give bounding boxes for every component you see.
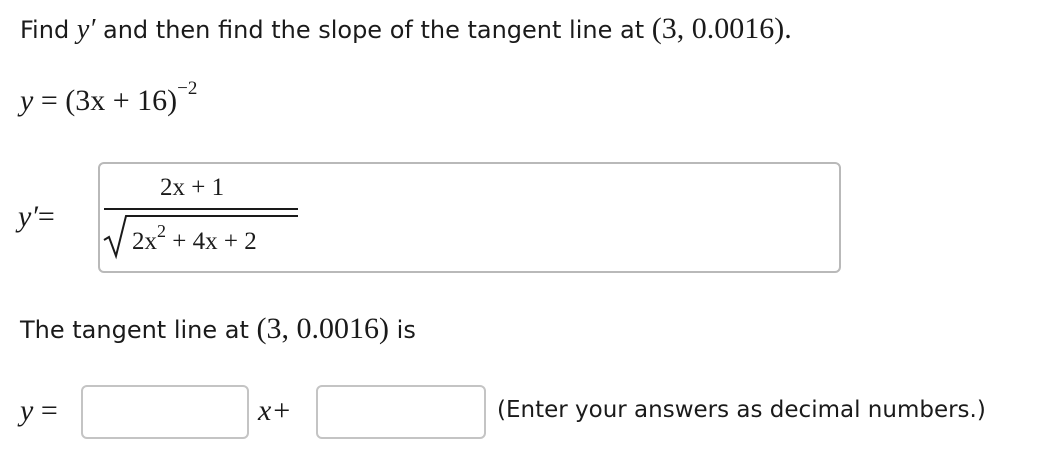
tangent-point: (3, 0.0016) bbox=[256, 312, 390, 345]
tangent-y: y bbox=[20, 394, 34, 427]
question-prefix: Find bbox=[20, 16, 77, 44]
fraction-bar bbox=[104, 208, 298, 210]
question-suffix: . bbox=[784, 12, 792, 45]
radicand-term1: 2x bbox=[132, 228, 157, 255]
derivative-label: y′= bbox=[18, 200, 55, 234]
tangent-lhs: y = bbox=[20, 394, 58, 428]
function-base: (3x + 16) bbox=[65, 84, 178, 117]
function-eq: = bbox=[33, 84, 66, 117]
derivative-answer-field[interactable]: 2x + 1 2x2 + 4x + 2 bbox=[98, 162, 841, 273]
tangent-text: The tangent line at (3, 0.0016) is bbox=[20, 312, 416, 346]
derivative-yprime: y′ bbox=[18, 200, 38, 233]
tangent-eq: = bbox=[33, 394, 58, 427]
radicand-rest: + 4x + 2 bbox=[166, 228, 257, 255]
tangent-prefix: The tangent line at bbox=[20, 316, 257, 344]
derivative-eq: = bbox=[37, 200, 55, 233]
answer-radicand: 2x2 + 4x + 2 bbox=[132, 221, 257, 256]
tangent-suffix: is bbox=[389, 316, 416, 344]
x-plus-label: x+ bbox=[258, 394, 292, 427]
intercept-input[interactable] bbox=[316, 385, 486, 439]
question-text: Find y′ and then find the slope of the t… bbox=[20, 12, 792, 46]
function-expression: y = (3x + 16)−2 bbox=[20, 78, 197, 118]
slope-input[interactable] bbox=[81, 385, 249, 439]
radicand-exponent: 2 bbox=[157, 221, 166, 241]
question-yprime: y′ bbox=[76, 14, 96, 45]
answer-numerator: 2x + 1 bbox=[160, 174, 225, 201]
function-lhs: y bbox=[20, 84, 34, 117]
question-middle: and then find the slope of the tangent l… bbox=[95, 16, 652, 44]
question-point: (3, 0.0016) bbox=[651, 12, 785, 45]
answer-hint: (Enter your answers as decimal numbers.) bbox=[497, 397, 986, 423]
function-exponent: −2 bbox=[177, 78, 198, 99]
